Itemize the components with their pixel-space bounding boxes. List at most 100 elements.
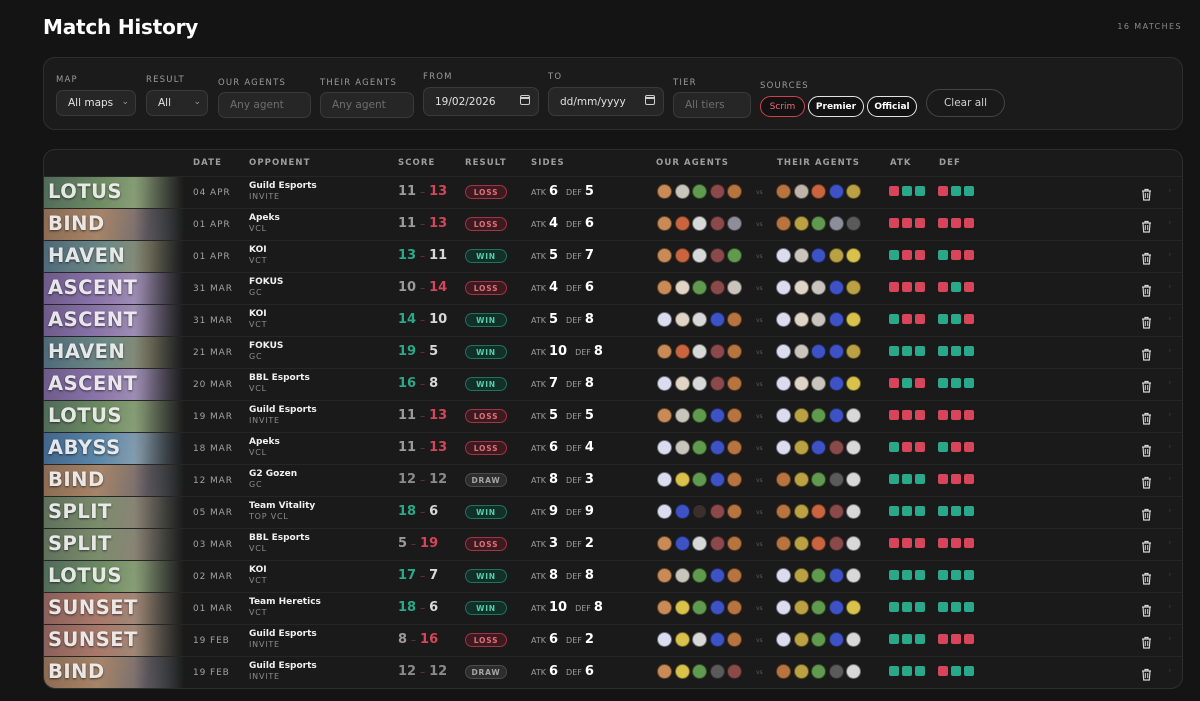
source-scrim-toggle[interactable]: Scrim	[760, 96, 805, 117]
trash-icon[interactable]	[1141, 538, 1152, 553]
calendar-icon[interactable]	[520, 95, 530, 105]
to-date-input[interactable]: dd/mm/yyyy	[548, 87, 664, 116]
sides-summary: ATK 4 DEF 6	[531, 280, 594, 295]
source-official-toggle[interactable]: Official	[867, 96, 917, 117]
trash-icon[interactable]	[1141, 442, 1152, 457]
def-round-results	[938, 378, 976, 388]
their-agents	[776, 664, 864, 679]
trash-icon[interactable]	[1141, 666, 1152, 681]
agent-avatar-icon	[811, 408, 827, 423]
map-thumbnail: ABYSS	[44, 433, 184, 464]
trash-icon[interactable]	[1141, 506, 1152, 521]
their-agents-input[interactable]: Any agent	[320, 92, 414, 118]
our-agents	[657, 376, 745, 391]
map-thumbnail: BIND	[44, 657, 184, 688]
source-premier-toggle[interactable]: Premier	[808, 96, 864, 117]
trash-icon[interactable]	[1141, 282, 1152, 297]
chevron-right-icon[interactable]: ›	[1168, 186, 1172, 196]
chevron-right-icon[interactable]: ›	[1168, 346, 1172, 356]
table-row[interactable]: ABYSS 18 MAR Apeks VCL 11–13 LOSS ATK 6 DEF 4 vs ›	[44, 432, 1182, 464]
trash-icon[interactable]	[1141, 314, 1152, 329]
round-lost	[889, 186, 899, 196]
trash-icon[interactable]	[1141, 474, 1152, 489]
agent-avatar-icon	[674, 184, 690, 199]
match-date: 20 MAR	[193, 380, 233, 390]
table-row[interactable]: ASCENT 31 MAR KOI VCT 14–10 WIN ATK 5 DEF 8 vs ›	[44, 304, 1182, 336]
table-row[interactable]: BIND 12 MAR G2 Gozen GC 12–12 DRAW ATK 8 DEF 3 vs ›	[44, 464, 1182, 496]
agent-avatar-icon	[793, 376, 809, 391]
vs-label: vs	[756, 253, 763, 260]
tier-input[interactable]: All tiers	[673, 92, 751, 118]
chevron-right-icon[interactable]: ›	[1168, 378, 1172, 388]
table-row[interactable]: ASCENT 20 MAR BBL Esports VCL 16–8 WIN ATK 7 DEF…	[44, 368, 1182, 400]
trash-icon[interactable]	[1141, 186, 1152, 201]
agent-avatar-icon	[793, 472, 809, 487]
chevron-right-icon[interactable]: ›	[1168, 250, 1172, 260]
def-rounds-won: 8	[584, 312, 594, 327]
vs-label: vs	[756, 541, 763, 548]
column-header-our-agents: OUR AGENTS	[656, 158, 730, 168]
agent-avatar-icon	[793, 248, 809, 263]
table-row[interactable]: BIND 19 FEB Guild Esports INVITE 12–12 DRAW AT…	[44, 656, 1182, 688]
map-name: LOTUS	[48, 180, 122, 203]
round-won	[901, 378, 912, 388]
trash-icon[interactable]	[1141, 218, 1152, 233]
round-won	[963, 666, 974, 676]
clear-all-button[interactable]: Clear all	[926, 89, 1005, 117]
atk-label: ATK	[531, 220, 546, 229]
chevron-right-icon[interactable]: ›	[1168, 666, 1172, 676]
agent-avatar-icon	[657, 600, 672, 615]
table-row[interactable]: LOTUS 02 MAR KOI VCT 17–7 WIN ATK 8 DEF 8 vs ›	[44, 560, 1182, 592]
match-score: 12–12	[398, 664, 447, 679]
round-lost	[963, 250, 974, 260]
chevron-right-icon[interactable]: ›	[1168, 634, 1172, 644]
agent-avatar-icon	[727, 312, 743, 327]
agent-avatar-icon	[674, 216, 690, 231]
chevron-right-icon[interactable]: ›	[1168, 218, 1172, 228]
chevron-right-icon[interactable]: ›	[1168, 538, 1172, 548]
table-row[interactable]: HAVEN 21 MAR FOKUS GC 19–5 WIN ATK 10 DEF 8 vs ›	[44, 336, 1182, 368]
calendar-icon[interactable]	[645, 95, 655, 105]
agent-avatar-icon	[828, 504, 844, 519]
chevron-right-icon[interactable]: ›	[1168, 410, 1172, 420]
result-select[interactable]: All ⌄	[146, 90, 208, 116]
table-row[interactable]: ASCENT 31 MAR FOKUS GC 10–14 LOSS ATK 4 DEF 6 vs ›	[44, 272, 1182, 304]
chevron-right-icon[interactable]: ›	[1168, 442, 1172, 452]
match-score: 13–11	[398, 248, 447, 263]
trash-icon[interactable]	[1141, 410, 1152, 425]
chevron-right-icon[interactable]: ›	[1168, 314, 1172, 324]
table-row[interactable]: SPLIT 05 MAR Team Vitality TOP VCL 18–6 WIN AT…	[44, 496, 1182, 528]
our-agents-input[interactable]: Any agent	[218, 92, 311, 118]
table-row[interactable]: LOTUS 19 MAR Guild Esports INVITE 11–13 LOSS A…	[44, 400, 1182, 432]
opponent-name: Team Vitality	[249, 501, 316, 511]
trash-icon[interactable]	[1141, 570, 1152, 585]
table-row[interactable]: SPLIT 03 MAR BBL Esports VCL 5–19 LOSS ATK 3 DEF…	[44, 528, 1182, 560]
chevron-right-icon[interactable]: ›	[1168, 570, 1172, 580]
agent-avatar-icon	[776, 248, 791, 263]
round-lost	[889, 218, 899, 228]
chevron-right-icon[interactable]: ›	[1168, 474, 1172, 484]
table-row[interactable]: SUNSET 01 MAR Team Heretics VCT 18–6 WIN ATK 10…	[44, 592, 1182, 624]
sides-summary: ATK 3 DEF 2	[531, 536, 594, 551]
our-score: 14	[398, 312, 417, 327]
their-agents	[776, 568, 864, 583]
trash-icon[interactable]	[1141, 602, 1152, 617]
round-lost	[963, 442, 974, 452]
trash-icon[interactable]	[1141, 378, 1152, 393]
atk-round-results	[889, 506, 927, 516]
chevron-right-icon[interactable]: ›	[1168, 282, 1172, 292]
map-select[interactable]: All maps ⌄	[56, 90, 136, 116]
table-row[interactable]: SUNSET 19 FEB Guild Esports INVITE 8–16 LOSS A…	[44, 624, 1182, 656]
chevron-right-icon[interactable]: ›	[1168, 506, 1172, 516]
table-row[interactable]: BIND 01 APR Apeks VCL 11–13 LOSS ATK 4 DEF 6 vs ›	[44, 208, 1182, 240]
trash-icon[interactable]	[1141, 250, 1152, 265]
table-row[interactable]: LOTUS 04 APR Guild Esports INVITE 11–13 LOSS A…	[44, 176, 1182, 208]
trash-icon[interactable]	[1141, 634, 1152, 649]
chevron-right-icon[interactable]: ›	[1168, 602, 1172, 612]
from-date-input[interactable]: 19/02/2026	[423, 87, 539, 116]
their-agents-placeholder: Any agent	[332, 99, 386, 111]
agent-avatar-icon	[776, 568, 791, 583]
our-score: 18	[398, 504, 417, 519]
table-row[interactable]: HAVEN 01 APR KOI VCT 13–11 WIN ATK 5 DEF 7 vs ›	[44, 240, 1182, 272]
trash-icon[interactable]	[1141, 346, 1152, 361]
